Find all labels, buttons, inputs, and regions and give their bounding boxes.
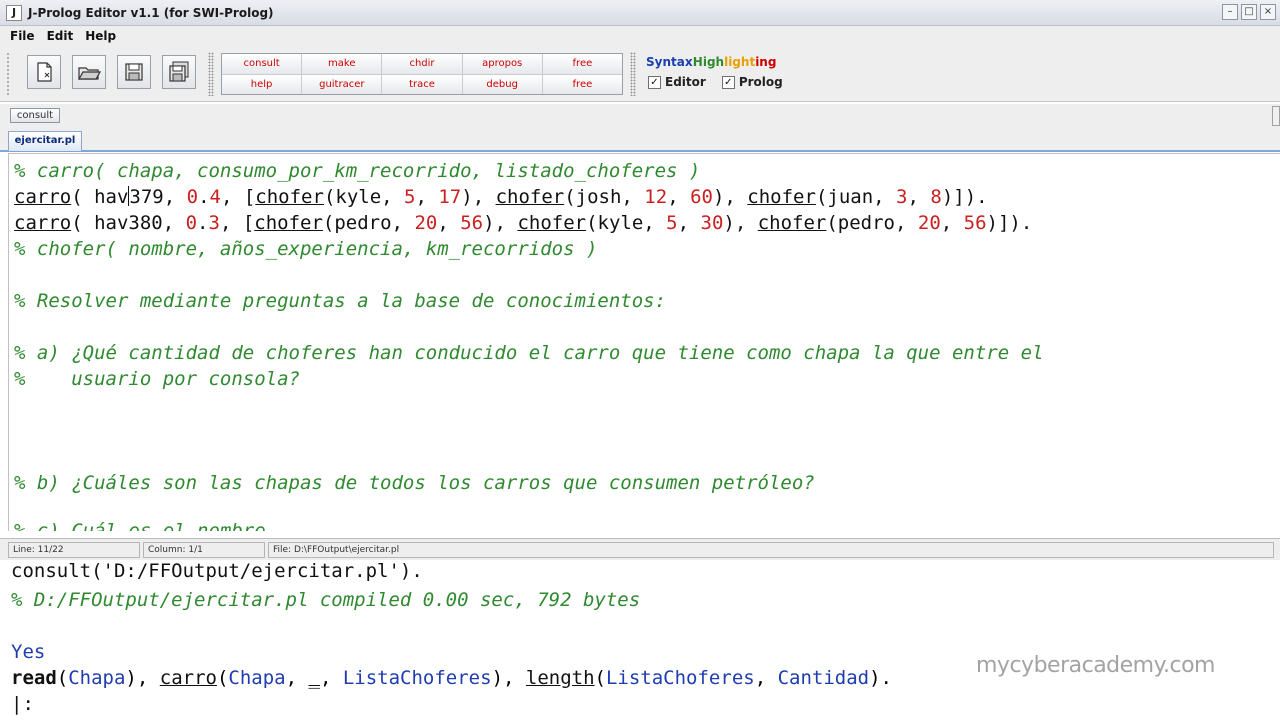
prolog-checkbox[interactable]: ✓ bbox=[721, 75, 735, 89]
new-file-button[interactable] bbox=[27, 55, 61, 89]
code-line: carro( hav379, 0.4, [chofer(kyle, 5, 17)… bbox=[14, 186, 988, 208]
menu-file[interactable]: File bbox=[4, 29, 41, 43]
new-file-icon bbox=[37, 62, 52, 82]
menu-help-label: Help bbox=[85, 29, 117, 43]
free-button-2[interactable]: free bbox=[542, 74, 622, 94]
open-button[interactable] bbox=[72, 55, 106, 89]
java-app-icon: J bbox=[6, 4, 22, 21]
syntax-grip[interactable] bbox=[630, 52, 636, 96]
status-file: File: D:\FFOutput\ejercitar.pl bbox=[268, 542, 1274, 558]
close-icon[interactable]: × bbox=[1260, 4, 1276, 20]
syntax-title-part: ing bbox=[755, 55, 777, 69]
status-bar: Line: 11/22 Column: 1/1 File: D:\FFOutpu… bbox=[0, 538, 1280, 560]
console-line: Yes bbox=[11, 641, 46, 663]
console-query-line: read(Chapa), carro(Chapa, _, ListaChofer… bbox=[11, 667, 892, 689]
scroll-stub[interactable] bbox=[1272, 106, 1280, 126]
debug-button[interactable]: debug bbox=[462, 74, 542, 94]
code-line: % Resolver mediante preguntas a la base … bbox=[14, 290, 666, 312]
syntax-title-part: Syntax bbox=[646, 55, 693, 69]
editor-checkbox[interactable]: ✓ bbox=[648, 75, 661, 89]
syntax-title-part: High bbox=[692, 55, 725, 69]
code-line: % chofer( nombre, años_experiencia, km_r… bbox=[14, 238, 597, 260]
toolbar bbox=[0, 46, 1280, 102]
save-icon bbox=[125, 63, 143, 81]
consult-small-button[interactable]: consult bbox=[10, 108, 60, 123]
status-column: Column: 1/1 bbox=[143, 542, 265, 558]
maximize-icon[interactable]: □ bbox=[1241, 4, 1257, 20]
comment-text: % usuario por consola? bbox=[14, 368, 300, 390]
code-line: % a) ¿Qué cantidad de choferes han condu… bbox=[14, 342, 1044, 364]
menu-edit[interactable]: Edit bbox=[41, 29, 80, 43]
comment-text: % b) ¿Cuáles son las chapas de todos los… bbox=[14, 472, 815, 494]
code-line: carro( hav380, 0.3, [chofer(pedro, 20, 5… bbox=[14, 212, 1033, 234]
prolog-console[interactable]: consult('D:/FFOutput/ejercitar.pl'). % D… bbox=[0, 562, 1280, 720]
trace-button[interactable]: trace bbox=[382, 74, 462, 94]
free-button[interactable]: free bbox=[542, 54, 622, 74]
syntax-title-part: light bbox=[724, 55, 756, 69]
code-line: % b) ¿Cuáles son las chapas de todos los… bbox=[14, 472, 815, 494]
tab-ejercitar[interactable]: ejercitar.pl bbox=[8, 131, 82, 151]
save-button[interactable] bbox=[117, 55, 151, 89]
prolog-checkbox-label: Prolog bbox=[738, 75, 783, 89]
window-controls: – □ × bbox=[1222, 4, 1276, 20]
menu-file-label: File bbox=[10, 29, 35, 43]
help-button[interactable]: help bbox=[222, 74, 302, 94]
make-button[interactable]: make bbox=[302, 54, 382, 74]
console-consult-command: consult('D:/FFOutput/ejercitar.pl'). bbox=[11, 562, 423, 582]
chdir-button[interactable]: chdir bbox=[382, 54, 462, 74]
prolog-command-grid: consult make chdir apropos free help gui… bbox=[221, 53, 623, 95]
consult-button[interactable]: consult bbox=[222, 54, 302, 74]
syntax-options: ✓ Editor ✓ Prolog bbox=[648, 75, 783, 89]
minimize-icon[interactable]: – bbox=[1222, 4, 1238, 20]
comment-text: % chofer( nombre, años_experiencia, km_r… bbox=[14, 238, 598, 260]
open-folder-icon bbox=[77, 67, 101, 80]
apropos-button[interactable]: apropos bbox=[462, 54, 542, 74]
comment-text: % Resolver mediante preguntas a la base … bbox=[14, 290, 667, 312]
comment-text: % c) Cuál es el nombre bbox=[14, 520, 266, 531]
code-line: % carro( chapa, consumo_por_km_recorrido… bbox=[14, 160, 700, 182]
menu-bar: File Edit Help bbox=[0, 26, 1280, 46]
code-line: % c) Cuál es el nombre bbox=[14, 520, 266, 531]
console-prompt[interactable]: |: bbox=[11, 693, 34, 715]
file-tab-bar: ejercitar.pl bbox=[0, 128, 1280, 152]
code-line: % usuario por consola? bbox=[14, 368, 300, 390]
comment-text: % a) ¿Qué cantidad de choferes han condu… bbox=[14, 342, 1044, 364]
menu-help[interactable]: Help bbox=[79, 29, 122, 43]
code-editor[interactable]: % carro( chapa, consumo_por_km_recorrido… bbox=[8, 153, 1280, 531]
save-all-button[interactable] bbox=[162, 55, 196, 89]
syntax-highlighting-title: Syntax Highlighting bbox=[646, 55, 776, 69]
toolbar-grip[interactable] bbox=[6, 52, 10, 96]
text-cursor bbox=[128, 186, 130, 206]
editor-checkbox-label: Editor bbox=[665, 75, 706, 89]
comment-text: % carro( chapa, consumo_por_km_recorrido… bbox=[14, 160, 701, 182]
console-line: % D:/FFOutput/ejercitar.pl compiled 0.00… bbox=[11, 589, 641, 611]
consult-bar: consult bbox=[0, 104, 1280, 128]
watermark: mycyberacademy.com bbox=[976, 653, 1215, 678]
status-line: Line: 11/22 bbox=[8, 542, 140, 558]
menu-edit-label: Edit bbox=[46, 29, 74, 43]
console-line: consult('D:/FFOutput/ejercitar.pl'). bbox=[11, 562, 423, 582]
title-bar: J J-Prolog Editor v1.1 (for SWI-Prolog) … bbox=[0, 0, 1280, 26]
save-all-icon bbox=[169, 61, 189, 82]
commands-grip[interactable] bbox=[208, 52, 214, 96]
guitracer-button[interactable]: guitracer bbox=[302, 74, 382, 94]
window-title: J-Prolog Editor v1.1 (for SWI-Prolog) bbox=[28, 5, 274, 20]
